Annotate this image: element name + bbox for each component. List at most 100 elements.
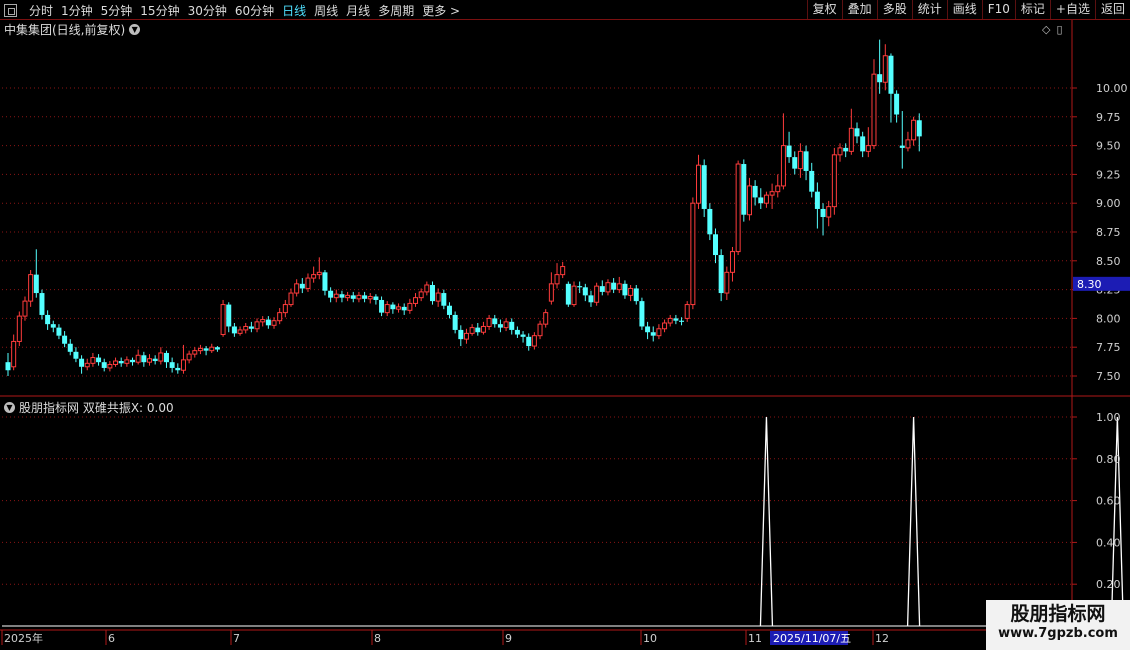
axes: 10.009.759.509.259.008.758.508.258.007.7… xyxy=(0,19,1130,645)
period-tab-8[interactable]: 月线 xyxy=(342,2,374,19)
chevron-down-icon[interactable]: ▼ xyxy=(4,402,15,413)
candle-body-up xyxy=(746,185,752,216)
period-tab-9[interactable]: 多周期 xyxy=(374,2,418,19)
candle-body-down xyxy=(226,304,232,327)
candle-body-up xyxy=(662,322,668,330)
candle-body-down xyxy=(45,314,51,325)
candle-body-down xyxy=(390,304,396,310)
candle-body-up xyxy=(90,357,96,364)
tool-button-3[interactable]: 统计 xyxy=(911,0,947,19)
candle-body-up xyxy=(554,274,560,285)
period-tab-4[interactable]: 30分钟 xyxy=(184,2,231,19)
candle-body-up xyxy=(384,304,390,314)
price-tick-label: 8.00 xyxy=(1096,312,1121,325)
candle-body-down xyxy=(379,299,385,313)
candle-body-down xyxy=(62,335,68,344)
period-tab-7[interactable]: 周线 xyxy=(310,2,342,19)
candle-body-down xyxy=(611,282,617,290)
candle-body-up xyxy=(158,352,164,362)
period-tab-3[interactable]: 15分钟 xyxy=(136,2,183,19)
candle-body-up xyxy=(769,191,775,196)
tool-button-4[interactable]: 画线 xyxy=(946,0,982,19)
candle-body-up xyxy=(197,347,203,352)
indicator-tick-label: 0.80 xyxy=(1096,453,1121,466)
candle-body-down xyxy=(328,290,334,298)
candle-body-up xyxy=(696,164,702,204)
indicator-title-label: 股朋指标网 双碓共振X: 0.00 xyxy=(19,401,174,415)
candle-body-down xyxy=(118,361,124,364)
candle-body-up xyxy=(667,317,673,324)
candle-body-up xyxy=(11,340,17,368)
candle-body-down xyxy=(50,324,56,328)
period-tab-1[interactable]: 1分钟 xyxy=(57,2,97,19)
candle-body-down xyxy=(565,283,571,305)
candle-body-down xyxy=(645,326,651,333)
tool-button-1[interactable]: 叠加 xyxy=(841,0,877,19)
candle-body-down xyxy=(741,164,747,215)
diamond-icon[interactable]: ◇ xyxy=(1042,23,1050,36)
candle-body-up xyxy=(503,321,509,329)
date-tick-label: 12 xyxy=(875,632,889,645)
candle-body-up xyxy=(537,323,543,337)
candle-body-up xyxy=(254,321,260,330)
period-tab-6[interactable]: 日线 xyxy=(278,2,310,19)
candle-body-down xyxy=(803,151,809,171)
watermark-line2: www.7gpzb.com xyxy=(998,626,1118,641)
candle-body-up xyxy=(113,360,119,365)
candle-body-up xyxy=(848,127,854,152)
candle-body-down xyxy=(650,332,656,336)
period-tab-5[interactable]: 60分钟 xyxy=(231,2,278,19)
candle-body-down xyxy=(854,128,860,137)
candle-body-down xyxy=(701,165,707,209)
candle-body-up xyxy=(826,206,832,218)
candle-body-up xyxy=(571,285,577,306)
stock-title-label: 中集集团(日线,前复权) xyxy=(4,23,126,37)
candle-body-up xyxy=(486,317,492,327)
candle-body-up xyxy=(831,154,837,208)
candle-body-down xyxy=(814,191,820,209)
candle-body-up xyxy=(656,328,662,337)
period-tab-0[interactable]: 分时 xyxy=(25,2,57,19)
period-tab-2[interactable]: 5分钟 xyxy=(97,2,137,19)
candle-body-up xyxy=(237,329,243,334)
candle-body-down xyxy=(792,157,798,169)
candle-body-down xyxy=(899,145,905,148)
tool-button-8[interactable]: 返回 xyxy=(1094,0,1130,19)
candle-body-up xyxy=(424,284,430,293)
candle-body-up xyxy=(333,293,339,299)
candle-body-down xyxy=(33,274,39,294)
period-toolbar: 分时 1分钟 5分钟 15分钟 30分钟 60分钟 日线 周线 月线 多周期 更多 > 复权 叠加 多股… xyxy=(0,0,1130,20)
candle-body-down xyxy=(577,286,583,288)
candle-body-down xyxy=(758,197,764,204)
candle-body-up xyxy=(84,362,90,368)
candle-body-down xyxy=(169,362,175,368)
tool-button-0[interactable]: 复权 xyxy=(806,0,842,19)
candle-body-up xyxy=(605,282,611,293)
candle-body-down xyxy=(299,283,305,289)
tool-button-2[interactable]: 多股 xyxy=(876,0,912,19)
tool-button-6[interactable]: 标记 xyxy=(1014,0,1050,19)
indicator-title: ▼ 股朋指标网 双碓共振X: 0.00 xyxy=(4,399,174,416)
tool-button-5[interactable]: F10 xyxy=(981,0,1015,19)
candle-body-down xyxy=(130,359,136,363)
candle-body-up xyxy=(220,304,226,336)
price-tick-label: 9.75 xyxy=(1096,111,1121,124)
candle-body-up xyxy=(22,300,28,317)
candle-body-down xyxy=(752,185,758,198)
tool-button-7[interactable]: +自选 xyxy=(1049,0,1095,19)
candle-body-up xyxy=(616,283,622,291)
period-tab-10[interactable]: 更多 > xyxy=(418,2,464,19)
candle-body-up xyxy=(690,202,696,306)
candle-body-down xyxy=(446,305,452,315)
layout-grid-icon[interactable] xyxy=(4,4,17,17)
chevron-down-icon[interactable]: ▼ xyxy=(129,24,141,35)
panel-toggle-icon[interactable]: ▯ xyxy=(1056,23,1062,36)
candle-body-down xyxy=(362,295,368,299)
candle-body-down xyxy=(894,93,900,115)
candle-body-up xyxy=(684,304,690,319)
candle-body-up xyxy=(124,359,130,364)
candle-body-down xyxy=(401,306,407,311)
candle-body-up xyxy=(135,354,141,363)
candle-body-up xyxy=(469,327,475,334)
candle-body-down xyxy=(101,362,107,368)
